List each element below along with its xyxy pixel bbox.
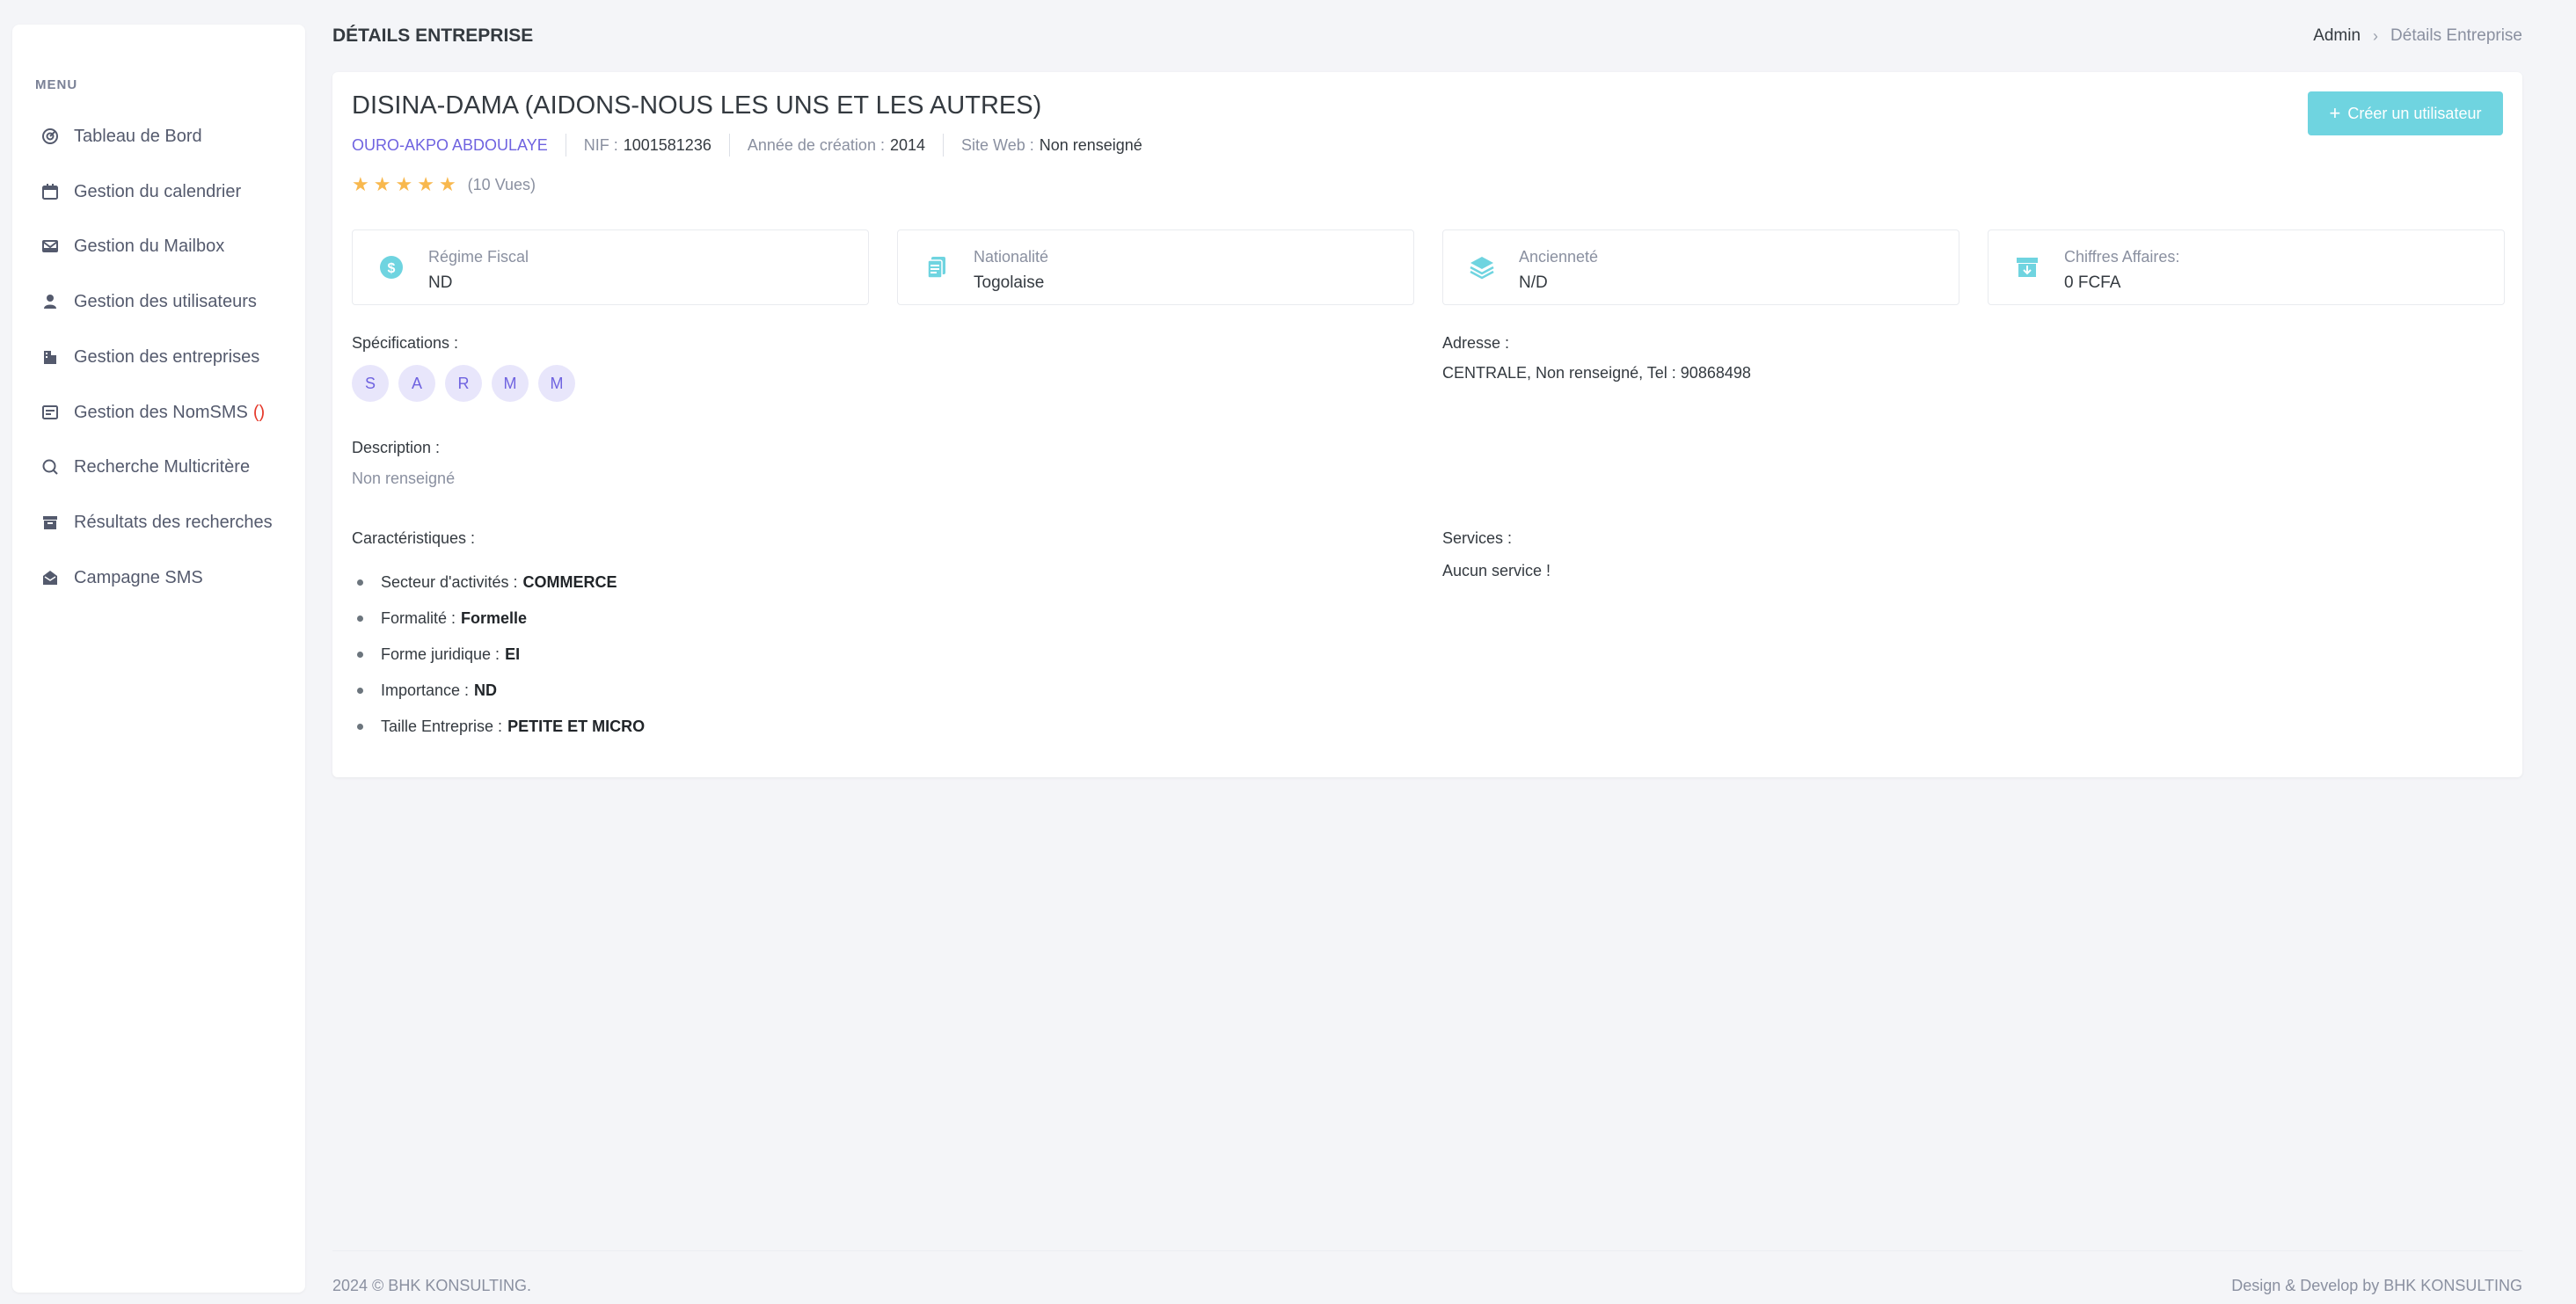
sidebar-item-calendar[interactable]: Gestion du calendrier <box>40 174 241 209</box>
stat-box-regime: $ Régime Fiscal ND <box>352 229 869 305</box>
specifications-label: Spécifications : <box>352 334 459 352</box>
menu-title: MENU <box>35 77 78 92</box>
stat-box-nationality: Nationalité Togolaise <box>897 229 1414 305</box>
spec-badge: A <box>398 365 435 402</box>
list-item: Secteur d'activités : COMMERCE <box>352 565 645 601</box>
archive-icon <box>40 513 60 532</box>
characteristics-label: Caractéristiques : <box>352 529 476 547</box>
star-icon: ★ <box>438 173 456 195</box>
sidebar-item-mailbox[interactable]: Gestion du Mailbox <box>40 229 224 264</box>
owner-link[interactable]: OURO-AKPO ABDOULAYE <box>352 136 548 155</box>
footer-credits: Design & Develop by BHK KONSULTING <box>2231 1277 2522 1294</box>
sidebar-item-sms-campaign[interactable]: Campagne SMS <box>40 560 203 595</box>
characteristics-list: Secteur d'activités : COMMERCE Formalité … <box>352 565 645 745</box>
services-label: Services : <box>1442 529 1513 547</box>
company-details-card: DISINA-DAMA (AIDONS-NOUS LES UNS ET LES … <box>332 72 2522 777</box>
breadcrumb-current: Détails Entreprise <box>2390 26 2522 45</box>
mailbox-icon <box>40 237 60 256</box>
spec-badge: M <box>492 365 529 402</box>
star-icon: ★ <box>352 173 369 195</box>
create-user-button[interactable]: + Créer un utilisateur <box>2308 91 2503 135</box>
footer-copyright: 2024 © BHK KONSULTING. <box>332 1277 532 1294</box>
list-item: Importance : ND <box>352 673 645 709</box>
stat-label: Ancienneté <box>1519 248 1599 266</box>
sidebar-item-dashboard[interactable]: Tableau de Bord <box>40 119 202 154</box>
sidebar-item-label: Gestion du calendrier <box>74 181 242 201</box>
sidebar-item-search[interactable]: Recherche Multicritère <box>40 449 250 484</box>
views-count: (10 Vues) <box>467 175 536 193</box>
documents-icon <box>923 253 951 281</box>
plus-icon: + <box>2329 102 2341 124</box>
sms-icon <box>40 403 60 422</box>
spec-badge: R <box>445 365 482 402</box>
sidebar-item-results[interactable]: Résultats des recherches <box>40 505 273 540</box>
services-value: Aucun service ! <box>1442 562 1551 579</box>
star-rating: ★ ★ ★ ★ ★ <box>352 173 461 196</box>
sidebar-item-nomsms[interactable]: Gestion des NomSMS () <box>40 395 265 430</box>
star-icon: ★ <box>417 173 434 195</box>
layers-icon <box>1468 253 1496 281</box>
calendar-icon <box>40 182 60 201</box>
description-value: Non renseigné <box>352 470 456 487</box>
meta-divider <box>728 134 730 157</box>
chevron-right-icon: › <box>2373 26 2379 45</box>
address-label: Adresse : <box>1442 334 1510 352</box>
company-meta-row: OURO-AKPO ABDOULAYE NIF : 1001581236 Ann… <box>352 134 1142 157</box>
company-name: DISINA-DAMA (AIDONS-NOUS LES UNS ET LES … <box>352 91 1042 120</box>
user-icon <box>40 292 60 311</box>
star-icon: ★ <box>395 173 413 195</box>
archive-download-icon <box>2013 253 2041 281</box>
stat-label: Régime Fiscal <box>428 248 529 266</box>
sidebar-item-users[interactable]: Gestion des utilisateurs <box>40 284 257 319</box>
list-item: Taille Entreprise : PETITE ET MICRO <box>352 709 645 745</box>
sidebar-item-label: Campagne SMS <box>74 567 203 587</box>
spec-badge: M <box>538 365 575 402</box>
footer-divider <box>332 1250 2522 1251</box>
year-value: 2014 <box>889 135 926 154</box>
address-value: CENTRALE, Non renseigné, Tel : 90868498 <box>1442 364 1751 382</box>
stat-box-seniority: Ancienneté N/D <box>1442 229 1959 305</box>
nif-value: 1001581236 <box>623 135 712 154</box>
sidebar-item-label: Recherche Multicritère <box>74 456 251 477</box>
sidebar: MENU Tableau de Bord Gestion du calendri… <box>12 25 305 1293</box>
list-item: Forme juridique : EI <box>352 637 645 673</box>
stat-value: Togolaise <box>974 273 1045 292</box>
svg-text:$: $ <box>388 261 396 276</box>
rating: ★ ★ ★ ★ ★ (10 Vues) <box>352 173 536 196</box>
list-item: Formalité : Formelle <box>352 601 645 637</box>
nif-label: NIF : <box>583 135 618 154</box>
spec-badge: S <box>352 365 389 402</box>
stat-label: Chiffres Affaires: <box>2064 248 2180 266</box>
envelope-open-icon <box>40 568 60 587</box>
breadcrumb-admin-link[interactable]: Admin <box>2313 26 2361 46</box>
breadcrumb: Admin › Détails Entreprise <box>2313 26 2522 46</box>
sidebar-item-label: Gestion des utilisateurs <box>74 291 257 311</box>
stat-value: ND <box>428 273 453 292</box>
website-value: Non renseigné <box>1039 135 1142 154</box>
page-title: DÉTAILS ENTREPRISE <box>332 25 534 46</box>
nomsms-count-badge: () <box>252 402 266 422</box>
dashboard-icon <box>40 127 60 146</box>
stat-value: 0 FCFA <box>2064 273 2121 292</box>
search-icon <box>40 457 60 477</box>
sidebar-item-label: Gestion du Mailbox <box>74 236 225 256</box>
specification-badges: S A R M M <box>352 365 585 402</box>
meta-divider <box>943 134 945 157</box>
stat-box-turnover: Chiffres Affaires: 0 FCFA <box>1988 229 2505 305</box>
sidebar-item-companies[interactable]: Gestion des entreprises <box>40 339 259 375</box>
dollar-circle-icon: $ <box>377 253 405 281</box>
sidebar-item-label: Gestion des entreprises <box>74 346 260 367</box>
description-label: Description : <box>352 439 441 456</box>
sidebar-item-label: Tableau de Bord <box>74 126 202 146</box>
star-icon: ★ <box>373 173 391 195</box>
stat-value: N/D <box>1519 273 1548 292</box>
website-label: Site Web : <box>961 135 1034 154</box>
sidebar-item-label: Gestion des NomSMS <box>74 402 248 422</box>
stat-label: Nationalité <box>974 248 1049 266</box>
sidebar-item-label: Résultats des recherches <box>74 512 273 532</box>
create-user-label: Créer un utilisateur <box>2347 104 2482 122</box>
year-label: Année de création : <box>747 135 885 154</box>
building-icon <box>40 347 60 367</box>
